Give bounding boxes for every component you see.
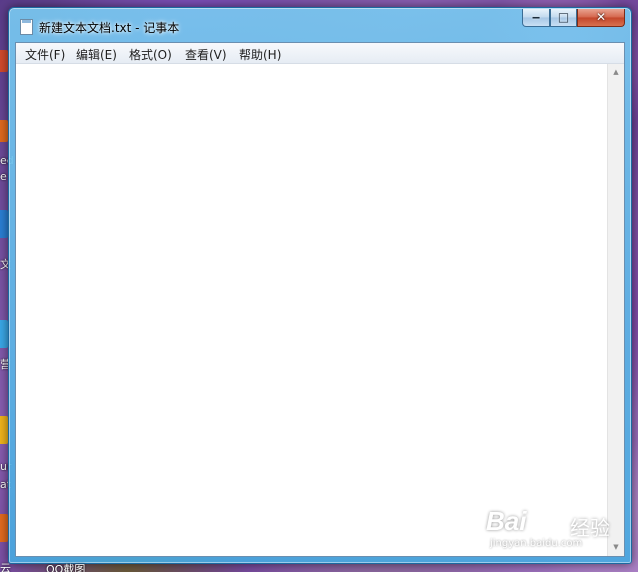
watermark-logo: Bai: [486, 506, 527, 536]
notepad-window: 新建文本文档.txt - 记事本 ‒ □ ✕ 文件(F) 编辑(E) 格式(O)…: [8, 7, 632, 564]
client-area: 文件(F) 编辑(E) 格式(O) 查看(V) 帮助(H) ▲ ▼: [15, 42, 625, 557]
watermark-suffix: 经验: [570, 516, 610, 540]
baidu-watermark: Bai 经验 jingyan.baidu.com: [486, 498, 634, 558]
menu-edit[interactable]: 编辑(E): [75, 46, 118, 63]
watermark-url: jingyan.baidu.com: [490, 538, 583, 549]
minimize-icon: ‒: [531, 10, 541, 24]
vertical-scrollbar[interactable]: ▲ ▼: [607, 64, 624, 556]
desktop-icon-partial[interactable]: [0, 50, 8, 72]
desktop-icon-partial[interactable]: [0, 514, 8, 542]
scroll-up-arrow-icon[interactable]: ▲: [608, 64, 624, 81]
close-icon: ✕: [595, 10, 607, 24]
desktop-background: ed e 文 营 ur at 云 新建文本文档.txt - 记事本 ‒ □ ✕ …: [0, 0, 638, 572]
menu-bar: 文件(F) 编辑(E) 格式(O) 查看(V) 帮助(H): [16, 43, 624, 64]
minimize-button[interactable]: ‒: [522, 9, 550, 27]
text-editor[interactable]: [16, 64, 606, 556]
close-button[interactable]: ✕: [577, 9, 625, 27]
maximize-button[interactable]: □: [550, 9, 577, 27]
title-bar[interactable]: 新建文本文档.txt - 记事本 ‒ □ ✕: [9, 8, 631, 42]
taskbar-label[interactable]: QQ截图: [46, 561, 85, 572]
menu-help[interactable]: 帮助(H): [238, 46, 282, 63]
window-title: 新建文本文档.txt - 记事本: [39, 21, 180, 35]
menu-file[interactable]: 文件(F): [24, 46, 66, 63]
desktop-icon-partial[interactable]: [0, 210, 8, 238]
notepad-icon[interactable]: [20, 19, 33, 35]
desktop-icon-partial[interactable]: [0, 416, 8, 444]
menu-view[interactable]: 查看(V): [184, 46, 228, 63]
desktop-icon-partial[interactable]: [0, 320, 8, 348]
menu-format[interactable]: 格式(O): [128, 46, 173, 63]
desktop-icon-partial[interactable]: [0, 120, 8, 142]
desktop-icon-label: e: [0, 170, 7, 183]
baidu-paw-icon: [545, 505, 565, 529]
maximize-icon: □: [557, 10, 570, 24]
